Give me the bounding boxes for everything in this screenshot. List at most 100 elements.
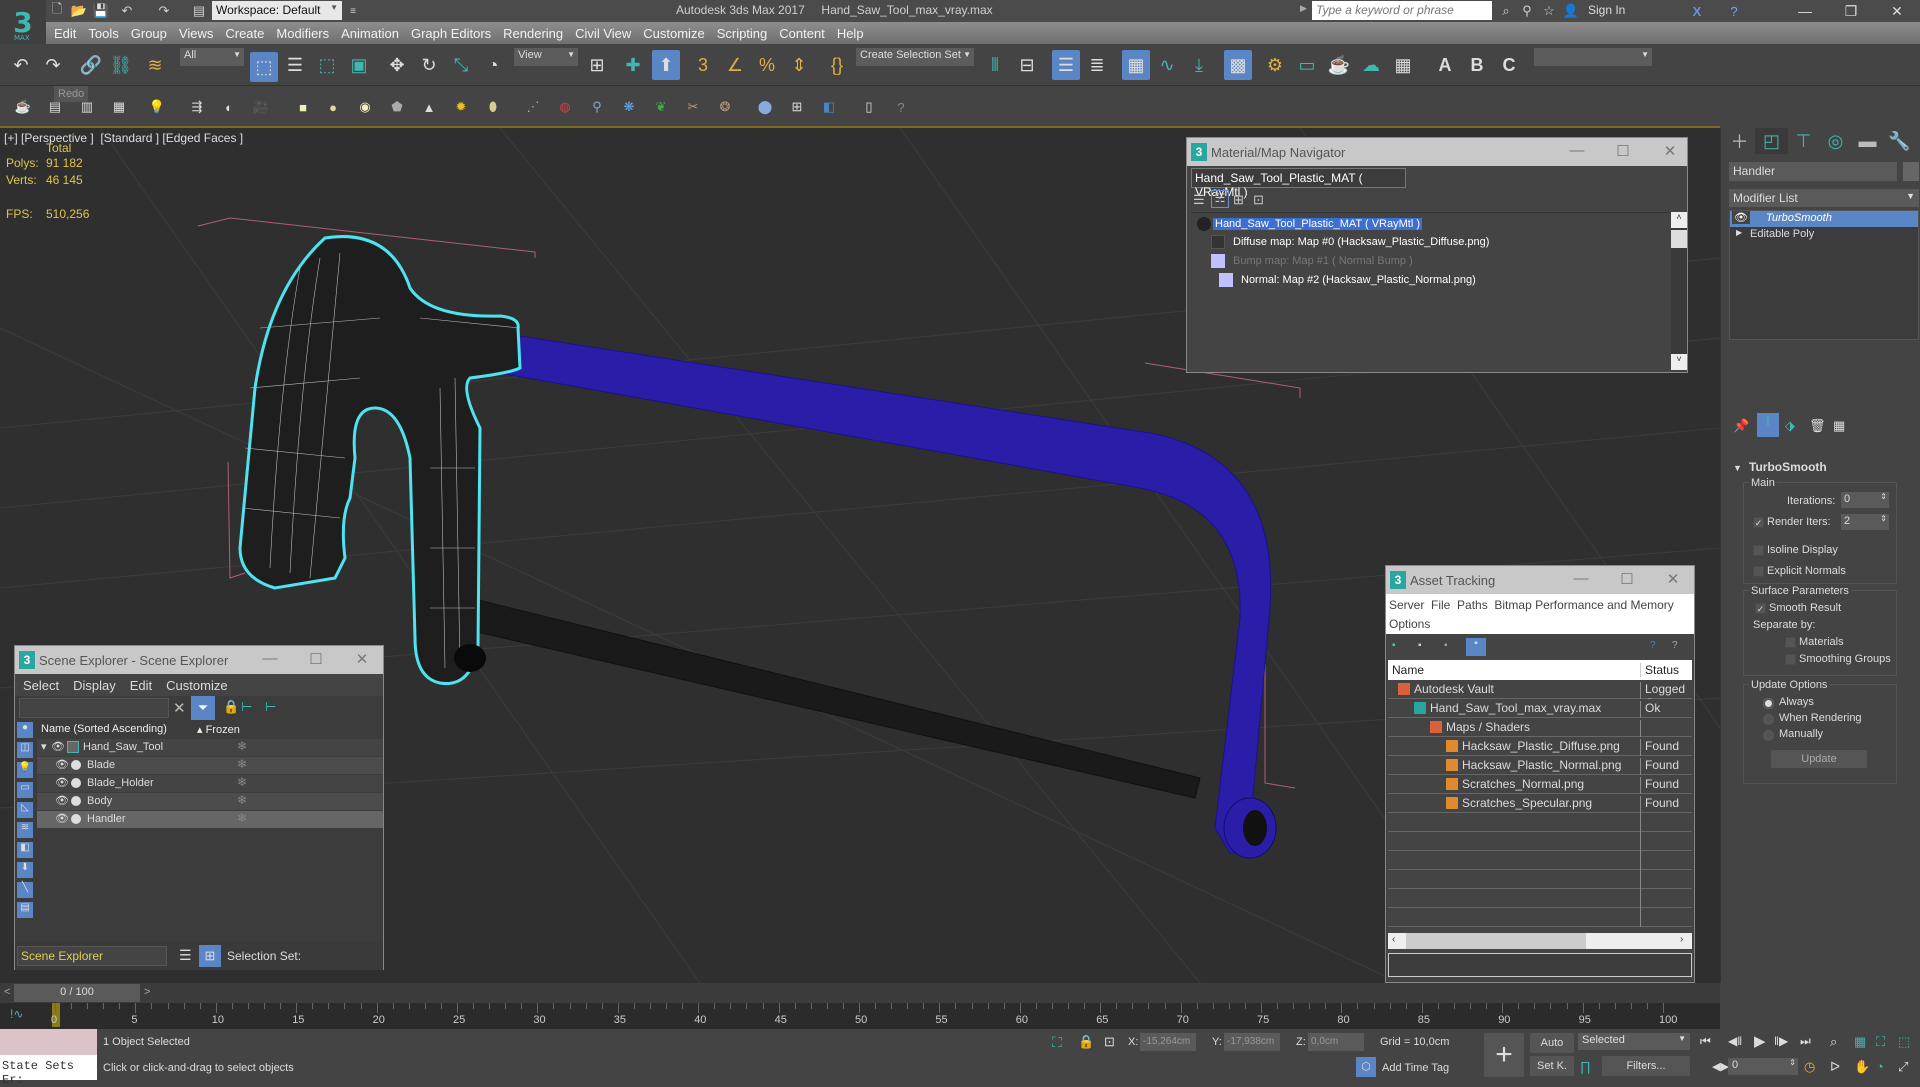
thumbnail-view-icon[interactable]: ▪	[1444, 640, 1448, 651]
time-tag-icon[interactable]: ⬡	[1356, 1057, 1376, 1077]
menu-server[interactable]: Server	[1389, 598, 1424, 612]
workspace-dropdown[interactable]: Workspace: Default ▼	[212, 1, 342, 20]
clear-search-icon[interactable]: ✕	[173, 699, 186, 717]
absolute-mode-icon[interactable]: ⊡	[1104, 1034, 1115, 1050]
configure-sets-icon[interactable]: ▦	[1833, 418, 1845, 434]
project-folder-icon[interactable]: ▤	[190, 2, 208, 20]
current-material-field[interactable]: Hand_Saw_Tool_Plastic_MAT ( VRayMtl )	[1191, 168, 1406, 199]
favorites-star-icon[interactable]: ☆	[1540, 2, 1558, 20]
app-logo[interactable]: 3 MAX	[0, 0, 46, 44]
groups-filter-icon[interactable]: ◧	[17, 842, 33, 858]
track-bar[interactable]: !∿ 0 5 10 15 20 25 30 35 40 45 50 55 60 65 70 75 80 85 90 9…	[0, 1003, 1720, 1029]
frozen-snowflake-icon[interactable]: ❄	[237, 811, 247, 825]
xrefs-filter-icon[interactable]: ⬇	[17, 862, 33, 878]
undo-icon[interactable]: ↶	[118, 2, 136, 20]
maximize-button[interactable]: ☐	[301, 650, 331, 668]
menu-animation[interactable]: Animation	[335, 26, 405, 41]
menu-bitmap-performance[interactable]: Bitmap Performance and Memory	[1494, 598, 1673, 612]
whats-this-icon[interactable]: ?	[1672, 640, 1678, 651]
visibility-eye-icon[interactable]: 👁	[55, 794, 69, 807]
hierarchy-icon[interactable]: ⊞	[199, 945, 221, 967]
ribbon-icon[interactable]: ≣	[1084, 52, 1110, 78]
help-icon[interactable]: ?	[1725, 2, 1743, 20]
update-always-radio[interactable]	[1763, 698, 1774, 709]
filters-button[interactable]: Filters...	[1602, 1056, 1690, 1076]
view-list-icon[interactable]: ☰	[1193, 192, 1205, 208]
restore-button[interactable]: ❐	[1828, 0, 1874, 22]
rollout-title[interactable]: TurboSmooth	[1749, 460, 1827, 474]
zoom-extents-all-icon[interactable]: ⬚	[1898, 1034, 1910, 1050]
menu-rendering[interactable]: Rendering	[497, 26, 569, 41]
vray-dome-light-icon[interactable]: ●	[320, 94, 346, 120]
vray-b-button[interactable]: B	[1464, 52, 1490, 78]
render-iters-spinner[interactable]: 2 ⇕	[1841, 514, 1889, 530]
spinner-arrows-icon[interactable]: ⇕	[1880, 514, 1887, 523]
show-end-result-icon[interactable]: I	[1757, 413, 1779, 437]
view-list-icons-icon[interactable]: ☷	[1211, 190, 1229, 208]
snap-3d-icon[interactable]: 3	[690, 52, 716, 78]
maximize-button[interactable]: ☐	[1608, 142, 1638, 160]
window-crossing-icon[interactable]: ▣	[346, 52, 372, 78]
column-frozen[interactable]: ▴ Frozen	[197, 723, 240, 736]
geometry-filter-icon[interactable]: ●	[17, 722, 33, 738]
scale-icon[interactable]: ⤡	[448, 52, 474, 78]
layer-explorer-icon[interactable]: ☰	[1052, 50, 1080, 80]
add-time-tag-button[interactable]: Add Time Tag	[1382, 1062, 1449, 1074]
layers-icon[interactable]: ☰	[179, 947, 192, 964]
save-file-icon[interactable]: 💾	[92, 2, 110, 20]
zoom-extents-icon[interactable]: ⛶	[1876, 1034, 1885, 1050]
eye-icon[interactable]: 👁	[1732, 211, 1750, 224]
horizontal-scrollbar[interactable]: ‹ ›	[1388, 933, 1692, 949]
stack-item-turbosmooth[interactable]: 👁 TurboSmooth	[1730, 211, 1918, 227]
new-file-icon[interactable]: 🗋	[48, 1, 66, 20]
pin-stack-icon[interactable]: 📌	[1733, 418, 1749, 434]
prev-frame-icon[interactable]: <	[4, 986, 10, 998]
schematic-view-icon[interactable]: ⤓	[1186, 52, 1212, 78]
teapot-icon[interactable]: ☕	[10, 94, 36, 120]
minimize-button[interactable]: —	[1562, 142, 1592, 159]
maximize-button[interactable]: ☐	[1612, 570, 1642, 588]
spacewarps-filter-icon[interactable]: ≋	[17, 822, 33, 838]
current-frame-spinner[interactable]: 0 ⇕	[1728, 1058, 1798, 1075]
lock-icon[interactable]: 🔒	[223, 699, 239, 715]
hierarchy-collapse-icon[interactable]: ⊢	[265, 699, 276, 715]
user-icon[interactable]: 👤	[1562, 2, 1580, 20]
key-filter-dropdown[interactable]: Selected ▼	[1578, 1033, 1690, 1050]
hierarchy-tab-icon[interactable]: ⊤	[1787, 128, 1820, 154]
column-name[interactable]: Name	[1392, 663, 1424, 677]
vray-help-icon[interactable]: ?	[888, 94, 914, 120]
vray-clipper-icon[interactable]: ✂	[680, 94, 706, 120]
previous-frame-icon[interactable]: ◀‖	[1728, 1034, 1742, 1048]
set-key-big-button[interactable]: +	[1484, 1033, 1524, 1077]
frozen-snowflake-icon[interactable]: ❄	[237, 757, 247, 771]
tree-item-diffuse[interactable]: Diffuse map: Map #0 (Hacksaw_Plastic_Dif…	[1233, 236, 1489, 248]
menu-scripting[interactable]: Scripting	[711, 26, 774, 41]
align-icon[interactable]: ⊟	[1014, 52, 1040, 78]
menu-tools[interactable]: Tools	[82, 26, 124, 41]
smoothing-groups-checkbox[interactable]	[1785, 654, 1796, 665]
undo-icon[interactable]: ↶	[8, 52, 34, 78]
visibility-eye-icon[interactable]: 👁	[51, 740, 65, 753]
menu-select[interactable]: Select	[23, 678, 59, 693]
materials-checkbox[interactable]	[1785, 637, 1796, 648]
minimize-button[interactable]: —	[1782, 0, 1828, 22]
window-titlebar[interactable]: 3 Asset Tracking — ☐ ✕	[1386, 566, 1694, 594]
scroll-left-icon[interactable]: ‹	[1392, 934, 1395, 945]
vray-scatter-icon[interactable]: ❦	[648, 94, 674, 120]
smooth-result-checkbox[interactable]: ✓	[1755, 603, 1766, 614]
isoline-checkbox[interactable]	[1753, 545, 1764, 556]
tree-row[interactable]: 👁 Blade ❄	[37, 757, 383, 774]
cameras-filter-icon[interactable]: ▭	[17, 782, 33, 798]
x-coordinate-field[interactable]: -15,264cm	[1140, 1033, 1196, 1051]
expand-arrow-icon[interactable]: ▶	[1736, 228, 1742, 237]
tree-row[interactable]: 👁 Body ❄	[37, 793, 383, 810]
asset-row[interactable]: Maps / Shaders	[1388, 718, 1692, 738]
rollout-collapse-icon[interactable]: ▼	[1733, 463, 1742, 473]
close-button[interactable]: ✕	[347, 650, 377, 668]
vray-ies-light-icon[interactable]: ▲	[416, 94, 442, 120]
hierarchy-expand-icon[interactable]: ⊢	[241, 699, 252, 715]
update-manually-radio[interactable]	[1763, 730, 1774, 741]
asset-row[interactable]: Hacksaw_Plastic_Diffuse.png Found	[1388, 737, 1692, 757]
exchange-apps-icon[interactable]: X	[1688, 2, 1706, 20]
z-coordinate-field[interactable]: 0,0cm	[1308, 1033, 1364, 1051]
